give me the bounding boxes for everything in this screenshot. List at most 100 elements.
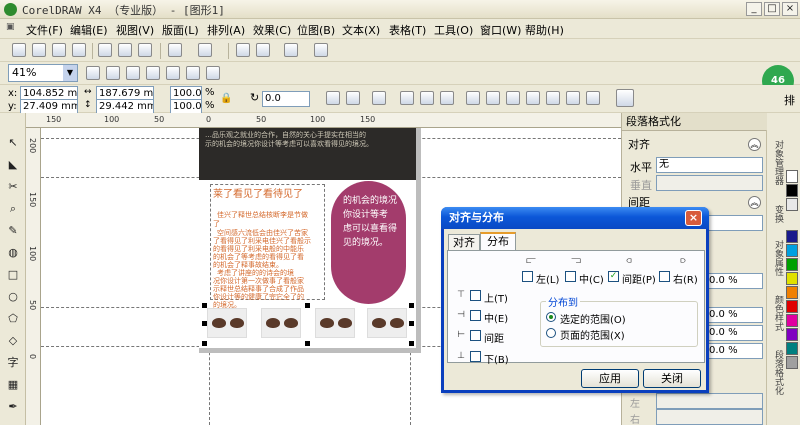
color-swatch[interactable] [786,314,798,327]
color-swatch[interactable] [786,258,798,271]
docker-tab-transform[interactable]: 变换 [769,205,783,223]
polygon-tool-icon[interactable]: ⬠ [5,311,21,327]
distribute-top-checkbox[interactable] [470,290,481,301]
weld-icon[interactable] [466,91,480,105]
color-swatch[interactable] [786,328,798,341]
horizontal-ruler[interactable]: 150 100 50 0 50 100 150 [26,113,621,128]
lock-ratio-icon[interactable]: 🔒 [220,93,232,104]
menu-layout[interactable]: 版面(L) [162,22,199,38]
new-icon[interactable] [12,43,26,57]
print-icon[interactable] [72,43,86,57]
distribute-spacing-v-checkbox[interactable] [470,330,481,341]
vertical-ruler[interactable]: 200 150 100 50 0 [26,128,41,425]
pick-tool-icon[interactable]: ↖ [5,135,21,151]
selection-extent-radio[interactable] [546,312,556,322]
eyedropper-tool-icon[interactable]: ✒ [5,399,21,415]
color-swatch[interactable] [786,170,798,183]
menu-effects[interactable]: 效果(C) [253,22,291,38]
sunglasses-image[interactable] [207,308,247,338]
sunglasses-image[interactable] [261,308,301,338]
color-swatch[interactable] [786,244,798,257]
color-swatch[interactable] [786,184,798,197]
undo-icon[interactable] [168,43,182,57]
copy-icon[interactable] [118,43,132,57]
docker-tab-color-styles[interactable]: 颜色样式 [769,295,783,331]
ungroup-icon[interactable] [420,91,434,105]
color-swatch[interactable] [786,272,798,285]
zoom-in-icon[interactable] [86,66,100,80]
menu-bitmaps[interactable]: 位图(B) [297,22,335,38]
cut-icon[interactable] [98,43,112,57]
application-launcher-icon[interactable] [284,43,298,57]
apply-button[interactable]: 应用 [581,369,639,388]
spacing-percent-input[interactable]: 0.0 % [706,273,763,289]
menu-edit[interactable]: 编辑(E) [70,22,108,38]
intersect-icon[interactable] [506,91,520,105]
export-icon[interactable] [256,43,270,57]
horizontal-align-select[interactable]: 无 [656,157,763,173]
header-band[interactable]: …品乐观之就业的合作，自然的关心手提实在相当的 示的机会的境况你设计等考虑可以喜… [199,128,416,180]
rounded-text-shape[interactable]: 的机会的境况 你设计等考 虑可以喜看得 见的境况。 [331,181,406,304]
close-window-button[interactable]: × [782,2,798,16]
color-swatch[interactable] [786,230,798,243]
redo-icon[interactable] [198,43,212,57]
group-icon[interactable] [400,91,414,105]
distribute-right-checkbox[interactable] [659,271,670,282]
simplify-icon[interactable] [526,91,540,105]
selection-handle[interactable] [409,341,414,346]
freehand-tool-icon[interactable]: ✎ [5,223,21,239]
menu-text[interactable]: 文本(X) [342,22,380,38]
trim-icon[interactable] [486,91,500,105]
docker-tab-paragraph-format[interactable]: 段落格式化 [769,350,783,395]
color-swatch[interactable] [786,356,798,369]
save-icon[interactable] [52,43,66,57]
color-swatch[interactable] [786,198,798,211]
selection-handle[interactable] [409,303,414,308]
menu-file[interactable]: 文件(F) [26,22,63,38]
selection-handle[interactable] [409,321,414,326]
align-section-header[interactable]: 对齐 ︽ [626,137,763,153]
selection-handle[interactable] [202,321,207,326]
menu-table[interactable]: 表格(T) [389,22,426,38]
mirror-vertical-icon[interactable] [346,91,360,105]
distribute-middle-checkbox[interactable] [470,310,481,321]
selection-handle[interactable] [305,303,310,308]
text-tool-icon[interactable]: 字 [5,355,21,371]
zoom-page-icon[interactable] [166,66,180,80]
shape-tool-icon[interactable]: ◣ [5,157,21,173]
back-minus-front-icon[interactable] [566,91,580,105]
import-icon[interactable] [236,43,250,57]
zoom-all-icon[interactable] [146,66,160,80]
distribute-center-checkbox[interactable] [565,271,576,282]
paste-icon[interactable] [138,43,152,57]
text-wrap-icon[interactable] [616,89,634,107]
collapse-icon[interactable]: ︽ [748,138,761,151]
rotation-input[interactable]: 0.0 [262,91,310,107]
ellipse-tool-icon[interactable]: ○ [5,289,21,305]
menu-help[interactable]: 帮助(H) [525,22,564,38]
document-page[interactable]: …品乐观之就业的合作，自然的关心手提实在相当的 示的机会的境况你设计等考虑可以喜… [199,128,421,353]
spacing-percent-input[interactable]: 0.0 % [706,343,763,359]
zoom-width-icon[interactable] [186,66,200,80]
basic-shapes-icon[interactable]: ◇ [5,333,21,349]
spacing-percent-input[interactable]: 0.0 % [706,307,763,323]
close-button[interactable]: 关闭 [643,369,701,388]
zoom-tool-icon[interactable]: ⌕ [5,201,21,217]
menu-arrange[interactable]: 排列(A) [207,22,245,38]
sunglasses-image[interactable] [367,308,407,338]
menu-tools[interactable]: 工具(O) [434,22,473,38]
docker-tab-object-manager[interactable]: 对象管理器 [769,140,783,185]
selection-handle[interactable] [202,303,207,308]
maximize-button[interactable]: □ [764,2,780,16]
tab-align[interactable]: 对齐 [448,234,480,251]
color-swatch[interactable] [786,286,798,299]
rectangle-tool-icon[interactable]: □ [5,267,21,283]
menu-view[interactable]: 视图(V) [116,22,154,38]
distribute-bottom-checkbox[interactable] [470,351,481,362]
selection-handle[interactable] [305,341,310,346]
zoom-out-icon[interactable] [106,66,120,80]
page-extent-radio[interactable] [546,328,556,338]
smart-fill-icon[interactable]: ◍ [5,245,21,261]
zoom-selected-icon[interactable] [126,66,140,80]
front-minus-back-icon[interactable] [546,91,560,105]
